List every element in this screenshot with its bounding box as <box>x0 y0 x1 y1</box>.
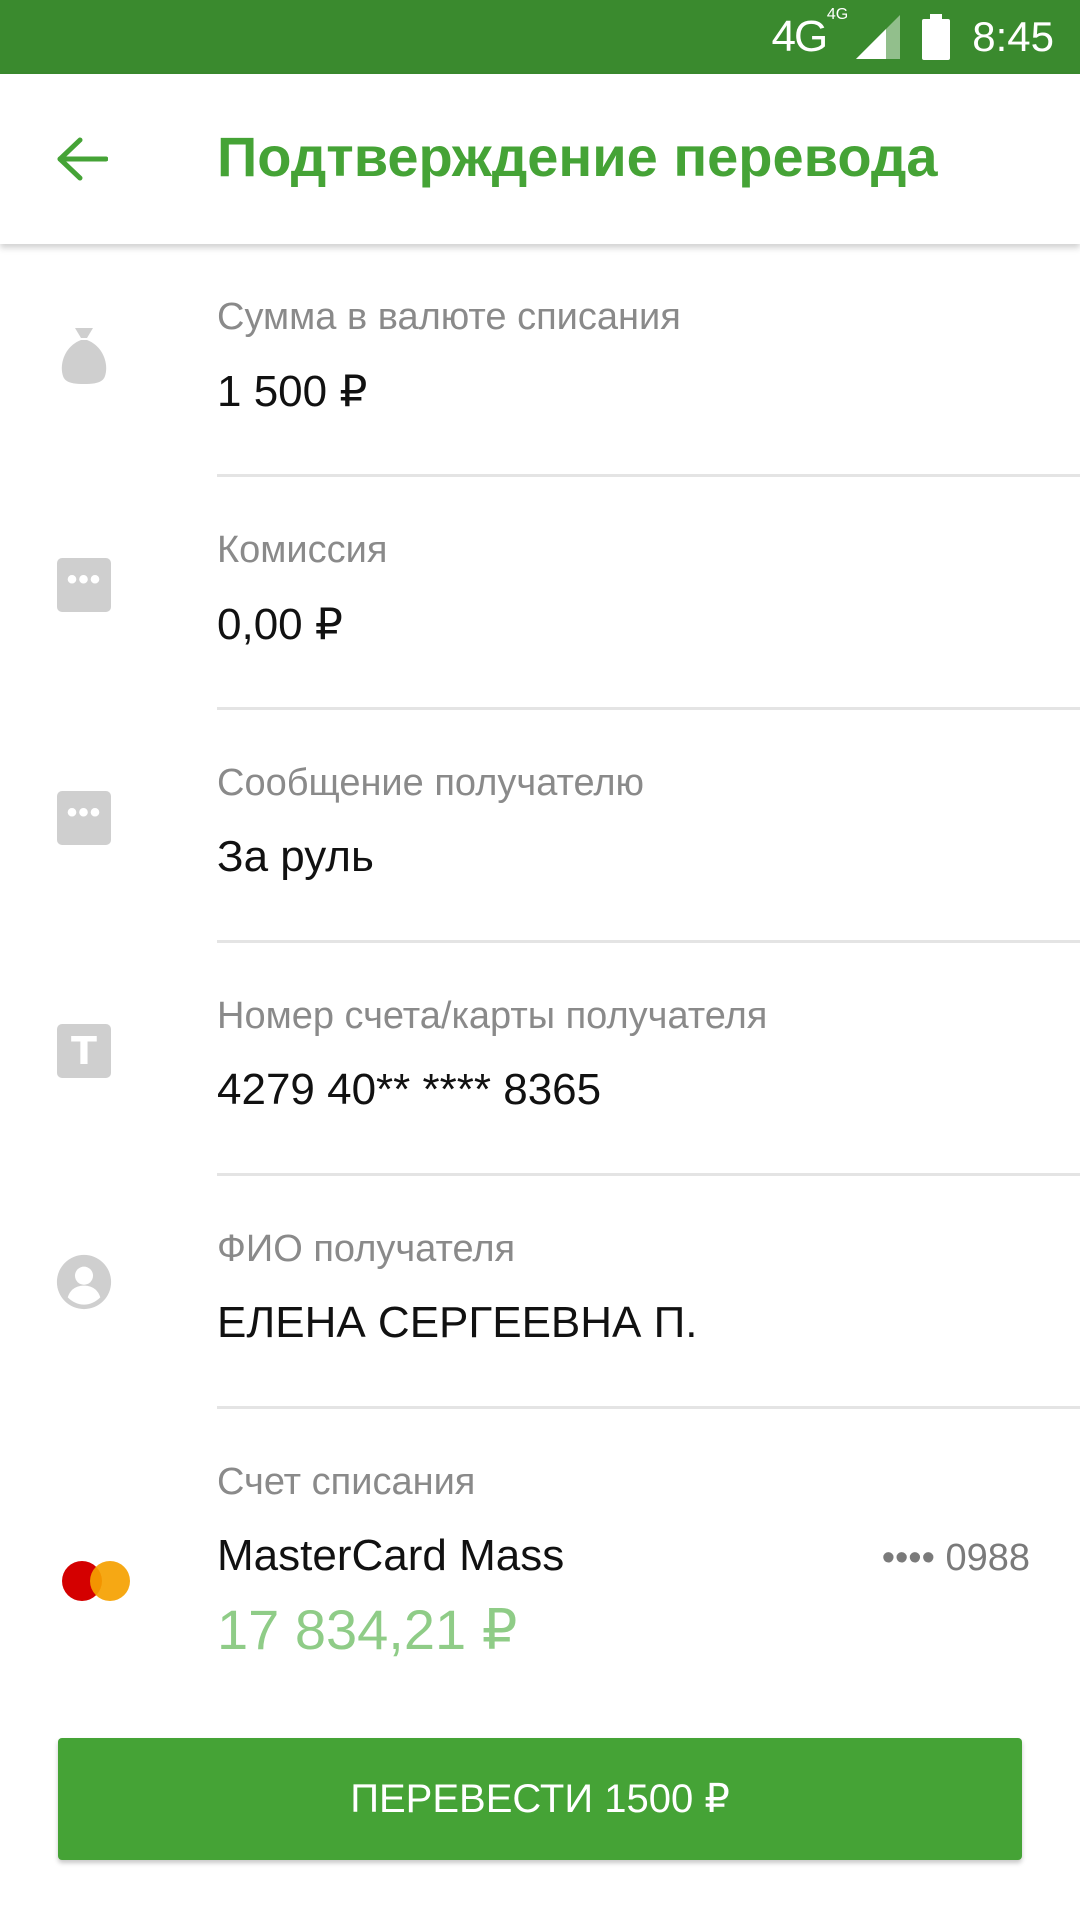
arrow-left-icon <box>57 137 108 181</box>
transfer-button[interactable]: ПЕРЕВЕСТИ 1500 ₽ <box>58 1738 1022 1860</box>
message-value: За руль <box>217 832 374 881</box>
message-row: ••• Сообщение получателю За руль <box>0 710 1080 943</box>
recipient-name-label: ФИО получателя <box>217 1228 516 1270</box>
clock: 8:45 <box>972 13 1054 60</box>
dots-icon: ••• <box>56 557 112 613</box>
source-account-row[interactable]: Счет списания MasterCard Mass •••• 0988 … <box>0 1409 1080 1699</box>
recipient-card-value: 4279 40** **** 8365 <box>217 1065 602 1114</box>
battery-icon <box>922 14 951 60</box>
transfer-details: Сумма в валюте списания 1 500 ₽ ••• Коми… <box>0 244 1080 1699</box>
dots-glyph: ••• <box>57 558 111 612</box>
card-name: MasterCard Mass <box>217 1531 565 1580</box>
page-title: Подтверждение перевода <box>217 125 938 188</box>
amount-label: Сумма в валюте списания <box>217 296 681 338</box>
dots-glyph: ••• <box>57 791 111 845</box>
status-bar: 4G 4G 8:45 <box>0 0 1080 74</box>
mastercard-logo-icon <box>62 1561 132 1603</box>
card-number: •••• 0988 <box>881 1537 1030 1579</box>
network-indicator: 4G 4G <box>771 6 849 62</box>
commission-label: Комиссия <box>217 529 388 571</box>
commission-value: 0,00 ₽ <box>217 600 343 649</box>
back-button[interactable] <box>52 129 112 189</box>
recipient-card-label: Номер счета/карты получателя <box>217 995 768 1037</box>
text-glyph: T <box>57 1024 111 1078</box>
commission-row: ••• Комиссия 0,00 ₽ <box>0 477 1080 710</box>
text-icon: T <box>56 1023 112 1079</box>
recipient-card-row: T Номер счета/карты получателя 4279 40**… <box>0 943 1080 1176</box>
signal-icon <box>856 15 901 59</box>
recipient-name-row: ФИО получателя ЕЛЕНА СЕРГЕЕВНА П. <box>0 1176 1080 1409</box>
source-account-label: Счет списания <box>217 1461 476 1503</box>
dots-icon: ••• <box>56 790 112 846</box>
money-bag-icon <box>56 326 112 384</box>
amount-row: Сумма в валюте списания 1 500 ₽ <box>0 244 1080 477</box>
recipient-name-value: ЕЛЕНА СЕРГЕЕВНА П. <box>217 1298 698 1347</box>
app-header: Подтверждение перевода <box>0 74 1080 244</box>
network-type: 4G <box>771 12 829 61</box>
amount-value: 1 500 ₽ <box>217 367 368 416</box>
card-balance: 17 834,21 ₽ <box>217 1598 518 1661</box>
network-type-sup: 4G <box>826 6 849 23</box>
person-icon <box>56 1254 112 1310</box>
message-label: Сообщение получателю <box>217 762 645 804</box>
